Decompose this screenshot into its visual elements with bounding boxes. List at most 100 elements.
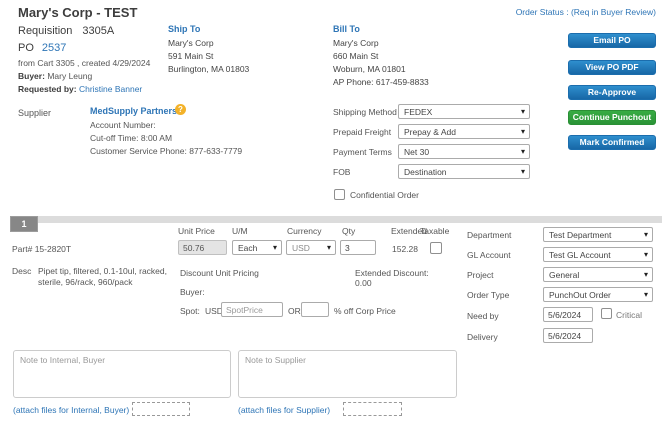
ship-to-line: 591 Main St — [168, 50, 249, 63]
critical-label: Critical — [616, 310, 642, 320]
prepaid-freight-value: Prepay & Add — [404, 127, 456, 137]
chevron-down-icon: ▾ — [327, 242, 331, 254]
shipping-method-select[interactable]: FEDEX ▾ — [398, 104, 530, 119]
payment-terms-label: Payment Terms — [333, 147, 392, 157]
desc-label: Desc — [12, 266, 31, 276]
percent-off-input[interactable] — [301, 302, 329, 317]
fob-select[interactable]: Destination ▾ — [398, 164, 530, 179]
buyer-name: Mary Leung — [47, 71, 92, 81]
attach-dropzone-supplier[interactable] — [343, 402, 402, 416]
part-number-line: Part# 15-2820T — [12, 244, 71, 254]
po-line: PO 2537 — [18, 42, 66, 54]
chevron-down-icon: ▾ — [521, 146, 525, 158]
requested-by-name-link[interactable]: Christine Banner — [79, 84, 142, 94]
department-select[interactable]: Test Department ▾ — [543, 227, 653, 242]
ship-to-line: Burlington, MA 01803 — [168, 63, 249, 76]
buyer-label: Buyer: — [18, 71, 45, 81]
critical-checkbox[interactable] — [601, 308, 612, 319]
supplier-name-link[interactable]: MedSupply Partners — [90, 106, 177, 116]
unit-price-input — [178, 240, 227, 255]
bill-to-line: AP Phone: 617-459-8833 — [333, 76, 429, 89]
mark-confirmed-button[interactable]: Mark Confirmed — [568, 135, 656, 150]
chevron-down-icon: ▾ — [521, 106, 525, 118]
gl-account-value: Test GL Account — [549, 250, 611, 260]
bill-to-line: Woburn, MA 01801 — [333, 63, 429, 76]
chevron-down-icon: ▾ — [644, 249, 648, 261]
shipping-method-label: Shipping Method — [333, 107, 397, 117]
project-value: General — [549, 270, 579, 280]
supplier-label: Supplier — [18, 108, 51, 118]
uom-value: Each — [238, 243, 257, 253]
gl-account-label: GL Account — [467, 250, 511, 260]
extended-discount-value: 0.00 — [355, 278, 372, 288]
prepaid-freight-select[interactable]: Prepay & Add ▾ — [398, 124, 530, 139]
col-uom: U/M — [232, 226, 248, 236]
po-number-link[interactable]: 2537 — [42, 42, 66, 54]
requisition-line: Requisition3305A — [18, 25, 114, 37]
order-status: Order Status : (Req in Buyer Review) — [420, 7, 656, 17]
ship-to-address: Mary's Corp 591 Main St Burlington, MA 0… — [168, 37, 249, 76]
requisition-number: 3305A — [82, 25, 114, 37]
view-po-pdf-button[interactable]: View PO PDF — [568, 60, 656, 75]
order-type-select[interactable]: PunchOut Order ▾ — [543, 287, 653, 302]
chevron-down-icon: ▾ — [644, 289, 648, 301]
spot-price-input[interactable] — [221, 302, 283, 317]
attach-dropzone-internal[interactable] — [132, 402, 190, 416]
currency-select[interactable]: USD ▾ — [286, 240, 336, 255]
extended-discount-label: Extended Discount: — [355, 268, 429, 278]
spot-label: Spot: — [180, 306, 200, 316]
chevron-down-icon: ▾ — [521, 166, 525, 178]
page-title: Mary's Corp - TEST — [18, 5, 137, 20]
project-select[interactable]: General ▾ — [543, 267, 653, 282]
email-po-button[interactable]: Email PO — [568, 33, 656, 48]
line-item-number-badge: 1 — [10, 216, 38, 232]
discount-title: Discount Unit Pricing — [180, 268, 259, 278]
gl-account-select[interactable]: Test GL Account ▾ — [543, 247, 653, 262]
continue-punchout-button[interactable]: Continue Punchout — [568, 110, 656, 125]
percent-suffix-label: % off Corp Price — [334, 306, 396, 316]
confidential-order-label: Confidential Order — [350, 190, 419, 200]
need-by-label: Need by — [467, 311, 499, 321]
department-label: Department — [467, 230, 511, 240]
supplier-cutoff-time: Cut-off Time: 8:00 AM — [90, 133, 172, 143]
qty-input[interactable] — [340, 240, 376, 255]
help-icon[interactable]: ? — [175, 104, 186, 115]
chevron-down-icon: ▾ — [644, 269, 648, 281]
ship-to-title: Ship To — [168, 24, 200, 34]
po-label: PO — [18, 42, 34, 54]
department-value: Test Department — [549, 230, 611, 240]
order-type-label: Order Type — [467, 290, 509, 300]
note-to-internal-textarea[interactable] — [13, 350, 231, 398]
attach-files-internal-link[interactable]: (attach files for Internal, Buyer) — [13, 405, 129, 415]
col-currency: Currency — [287, 226, 321, 236]
col-taxable: Taxable — [420, 226, 449, 236]
uom-select[interactable]: Each ▾ — [232, 240, 282, 255]
supplier-account-number: Account Number: — [90, 120, 156, 130]
cart-info: from Cart 3305 , created 4/29/2024 — [18, 58, 150, 68]
order-type-value: PunchOut Order — [549, 290, 611, 300]
bill-to-title: Bill To — [333, 24, 360, 34]
ship-to-line: Mary's Corp — [168, 37, 249, 50]
prepaid-freight-label: Prepaid Freight — [333, 127, 391, 137]
need-by-date-input[interactable] — [543, 307, 593, 322]
fob-label: FOB — [333, 167, 350, 177]
shipping-method-value: FEDEX — [404, 107, 432, 117]
requested-by-label: Requested by: — [18, 84, 77, 94]
bill-to-address: Mary's Corp 660 Main St Woburn, MA 01801… — [333, 37, 429, 89]
currency-value: USD — [292, 243, 310, 253]
re-approve-button[interactable]: Re-Approve — [568, 85, 656, 100]
chevron-down-icon: ▾ — [273, 242, 277, 254]
po-detail-page: Mary's Corp - TEST Requisition3305A PO 25… — [0, 0, 670, 424]
taxable-checkbox[interactable] — [430, 242, 442, 254]
confidential-order-checkbox[interactable] — [334, 189, 345, 200]
attach-files-supplier-link[interactable]: (attach files for Supplier) — [238, 405, 330, 415]
fob-value: Destination — [404, 167, 447, 177]
delivery-date-input[interactable] — [543, 328, 593, 343]
col-qty: Qty — [342, 226, 355, 236]
payment-terms-value: Net 30 — [404, 147, 429, 157]
chevron-down-icon: ▾ — [521, 126, 525, 138]
supplier-customer-service: Customer Service Phone: 877-633-7779 — [90, 146, 242, 156]
payment-terms-select[interactable]: Net 30 ▾ — [398, 144, 530, 159]
note-to-supplier-textarea[interactable] — [238, 350, 457, 398]
or-label: OR — [288, 306, 301, 316]
